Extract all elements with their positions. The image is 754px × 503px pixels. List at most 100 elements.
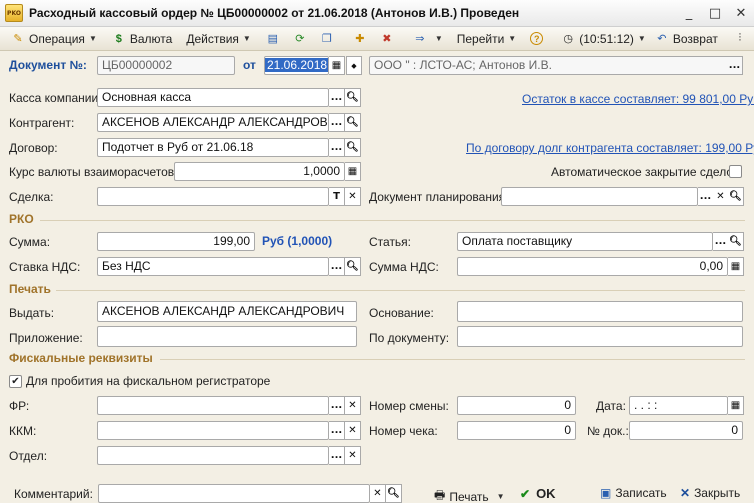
contract-search-button[interactable]: 🔍︎ <box>345 138 361 157</box>
operation-menu[interactable]: ✎ Операция ▼ <box>6 29 101 49</box>
structure-menu[interactable]: ⇒ ▼ <box>408 29 447 49</box>
vat-sum-calculator-button[interactable]: ▦ <box>728 257 744 276</box>
fr-select-button[interactable]: ... <box>329 396 345 415</box>
copy-button[interactable]: ❐ <box>315 29 342 49</box>
auto-close-checkbox[interactable] <box>729 165 742 178</box>
ok-label: OK <box>536 486 556 501</box>
article-search-button[interactable]: 🔍︎ <box>728 232 744 251</box>
rate-calculator-button[interactable]: ▦ <box>345 162 361 181</box>
deal-type-button[interactable]: T <box>329 187 345 206</box>
close-button[interactable]: ✕ <box>728 0 754 27</box>
sum-field[interactable]: 199,00 <box>97 232 255 251</box>
article-select-button[interactable]: ... <box>713 232 729 251</box>
time-label: (10:51:12) <box>579 31 634 46</box>
rate-field[interactable]: 1,0000 <box>174 162 345 181</box>
fiscal-register-checkbox[interactable]: ✔ <box>9 375 22 388</box>
sum-label: Сумма: <box>9 235 51 249</box>
return-icon: ↶ <box>657 33 667 45</box>
post-button[interactable]: ▤ <box>261 29 288 49</box>
comment-clear-button[interactable]: ✕ <box>370 484 386 503</box>
issue-field[interactable]: АКСЕНОВ АЛЕКСАНДР АЛЕКСАНДРОВИЧ <box>97 301 357 322</box>
contractor-select-button[interactable]: ... <box>329 113 345 132</box>
contract-select-button[interactable]: ... <box>329 138 345 157</box>
comment-field[interactable] <box>98 484 370 503</box>
plan-doc-field[interactable] <box>501 187 698 206</box>
doc-no-field[interactable]: 0 <box>629 421 743 440</box>
close-form-button[interactable]: ✕ Закрыть <box>680 486 740 500</box>
kassa-search-button[interactable]: 🔍︎ <box>345 88 361 107</box>
dollar-icon: $ <box>115 32 122 45</box>
spin-button[interactable]: ◆ <box>346 56 362 75</box>
currency-button[interactable]: $ Валюта <box>107 29 176 49</box>
vat-rate-field[interactable]: Без НДС <box>97 257 329 276</box>
contract-field[interactable]: Подотчет в Руб от 21.06.18 <box>97 138 329 157</box>
ellipsis-icon: ... <box>330 117 343 128</box>
plan-doc-clear-button[interactable]: ✕ <box>713 187 729 206</box>
dept-clear-button[interactable]: ✕ <box>345 446 361 465</box>
minimize-button[interactable]: _ <box>676 0 702 27</box>
organization-field[interactable]: ООО " : ЛСТО-АС; Антонов И.В. <box>369 56 743 75</box>
date-fiscal-field[interactable]: . . : : <box>629 396 728 415</box>
comment-search-button[interactable]: 🔍︎ <box>386 484 402 503</box>
time-button[interactable]: ◷ (10:51:12) ▼ <box>556 29 650 49</box>
kassa-field[interactable]: Основная касса <box>97 88 329 107</box>
goto-menu[interactable]: Перейти ▼ <box>453 29 520 49</box>
dept-select-button[interactable]: ... <box>329 446 345 465</box>
return-button[interactable]: ↶ Возврат <box>650 29 722 49</box>
maximize-button[interactable]: □ <box>702 0 728 27</box>
ok-button[interactable]: ✔ OK <box>520 486 556 501</box>
contractor-label: Контрагент: <box>9 116 75 130</box>
by-doc-field[interactable] <box>457 326 743 347</box>
save-button[interactable]: ▣ Записать <box>600 486 667 500</box>
search-icon: 🔍︎ <box>346 142 359 153</box>
deal-clear-button[interactable]: ✕ <box>345 187 361 206</box>
vat-rate-select-button[interactable]: ... <box>329 257 345 276</box>
calendar-icon: ▦ <box>331 60 342 71</box>
vat-rate-search-button[interactable]: 🔍︎ <box>345 257 361 276</box>
operation-label: Операция <box>29 31 85 46</box>
print-button[interactable]: 🖶︎ Печать ▼ <box>434 486 505 503</box>
kassa-select-button[interactable]: ... <box>329 88 345 107</box>
dept-field[interactable] <box>97 446 329 465</box>
fr-clear-button[interactable]: ✕ <box>345 396 361 415</box>
kassa-balance-link[interactable]: Остаток в кассе составляет: 99 801,00 Ру… <box>522 91 754 107</box>
basis-field[interactable] <box>457 301 743 322</box>
minimize-icon: _ <box>685 6 693 21</box>
kkm-select-button[interactable]: ... <box>329 421 345 440</box>
shift-field[interactable]: 0 <box>457 396 576 415</box>
kkm-clear-button[interactable]: ✕ <box>345 421 361 440</box>
help-button[interactable]: ? <box>526 29 550 49</box>
ellipsis-icon: ... <box>714 236 727 247</box>
contract-debt-link[interactable]: По договору долг контрагента составляет:… <box>466 140 754 156</box>
contractor-search-button[interactable]: 🔍︎ <box>345 113 361 132</box>
date-field[interactable]: 21.06.2018 <box>264 56 329 75</box>
copy-icon: ❐ <box>321 33 332 45</box>
calendar-icon: ▦ <box>730 400 741 411</box>
vat-sum-field[interactable]: 0,00 <box>457 257 728 276</box>
fr-field[interactable] <box>97 396 329 415</box>
search-icon: 🔍︎ <box>387 488 400 499</box>
kkm-field[interactable] <box>97 421 329 440</box>
calendar-button[interactable]: ▦ <box>329 56 345 75</box>
date-fiscal-calendar-button[interactable]: ▦ <box>728 396 744 415</box>
sum-currency-rate: Руб (1,0000) <box>262 234 333 248</box>
deal-field[interactable] <box>97 187 329 206</box>
cancel-doc-button[interactable]: ✖ <box>375 29 402 49</box>
check-field[interactable]: 0 <box>457 421 576 440</box>
refresh-button[interactable]: ⟳ <box>288 29 315 49</box>
date-value: 21.06.2018 <box>265 58 328 72</box>
kassa-label: Касса компании: <box>9 91 102 105</box>
organization-select-button[interactable]: ... <box>727 56 743 75</box>
contractor-field[interactable]: АКСЕНОВ АЛЕКСАНДР АЛЕКСАНДРОВИЧ <box>97 113 329 132</box>
article-field[interactable]: Оплата поставщику <box>457 232 713 251</box>
doc-no-label: № док.: <box>587 424 629 438</box>
plan-doc-search-button[interactable]: 🔍︎ <box>728 187 744 206</box>
fiscal-register-label: Для пробития на фискальном регистраторе <box>26 374 271 388</box>
plan-doc-select-button[interactable]: ... <box>698 187 714 206</box>
hierarchy-button[interactable]: ⫶ <box>728 29 754 49</box>
actions-menu[interactable]: Действия ▼ <box>182 29 255 49</box>
ellipsis-icon: ... <box>330 261 343 272</box>
new-doc-button[interactable]: ✚ <box>348 29 375 49</box>
doc-number-field[interactable]: ЦБ00000002 <box>97 56 235 75</box>
attachment-field[interactable] <box>97 326 357 347</box>
